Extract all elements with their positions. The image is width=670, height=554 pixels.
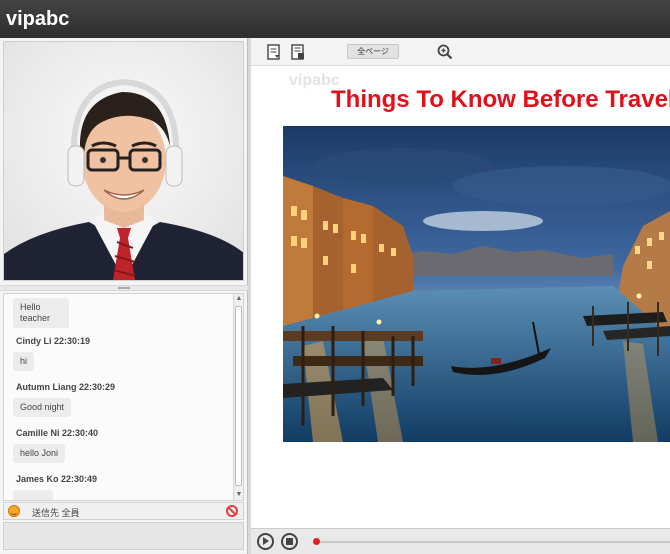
chat-message: hello Joni — [13, 444, 66, 463]
slide-toolbar: 全ページ — [251, 38, 670, 66]
chat-scrollbar[interactable]: ▲ ▼ — [233, 294, 243, 500]
chat-input[interactable] — [3, 522, 244, 550]
chat-options-bar: 送信先 全員 — [3, 502, 244, 520]
scroll-up-icon[interactable]: ▲ — [235, 295, 243, 303]
zoom-icon[interactable] — [437, 44, 453, 60]
venice-photo — [283, 126, 670, 442]
playback-bar — [251, 528, 670, 554]
slide-title: Things To Know Before Travel — [331, 86, 670, 113]
teacher-video — [3, 41, 244, 281]
chat-log: Hello teacher Cindy Li 22:30:19 hi Autum… — [3, 293, 244, 501]
chat-sender: Autumn Liang 22:30:29 — [16, 382, 116, 392]
emoji-icon[interactable] — [8, 505, 20, 517]
slide-panel: 全ページ vipabc Things To Know Before Travel — [251, 38, 670, 554]
panel-resize-handle[interactable] — [0, 285, 248, 291]
scroll-down-icon[interactable]: ▼ — [235, 491, 243, 499]
stop-icon[interactable] — [281, 533, 298, 550]
chat-message — [13, 490, 53, 500]
teacher-portrait — [4, 42, 243, 280]
chat-message: Good night — [13, 398, 72, 417]
page-select[interactable]: 全ページ — [347, 44, 399, 59]
top-bar: vipabc — [0, 0, 670, 38]
progress-track[interactable] — [313, 538, 670, 545]
progress-knob[interactable] — [313, 538, 320, 545]
chat-message: hi — [13, 352, 35, 371]
document-download-icon[interactable] — [267, 44, 281, 60]
vipabc-logo: vipabc — [6, 8, 70, 30]
slide-canvas: vipabc Things To Know Before Travel — [251, 66, 670, 526]
document-list-icon[interactable] — [291, 44, 305, 60]
scroll-thumb[interactable] — [235, 306, 242, 486]
chat-message: Hello teacher — [13, 298, 69, 328]
grip-icon — [118, 287, 130, 289]
chat-sender: Cindy Li 22:30:19 — [16, 336, 91, 346]
chat-sender: Camille Ni 22:30:40 — [16, 428, 99, 438]
play-icon[interactable] — [257, 533, 274, 550]
chat-sender: James Ko 22:30:49 — [16, 474, 98, 484]
app-window: vipabc Hello teacher Cindy Li 22:30:19 h… — [0, 0, 670, 554]
left-panel: Hello teacher Cindy Li 22:30:19 hi Autum… — [0, 38, 248, 554]
venice-canal-image — [283, 126, 670, 442]
block-icon[interactable] — [226, 505, 238, 517]
send-to-selector[interactable]: 送信先 全員 — [32, 506, 80, 519]
